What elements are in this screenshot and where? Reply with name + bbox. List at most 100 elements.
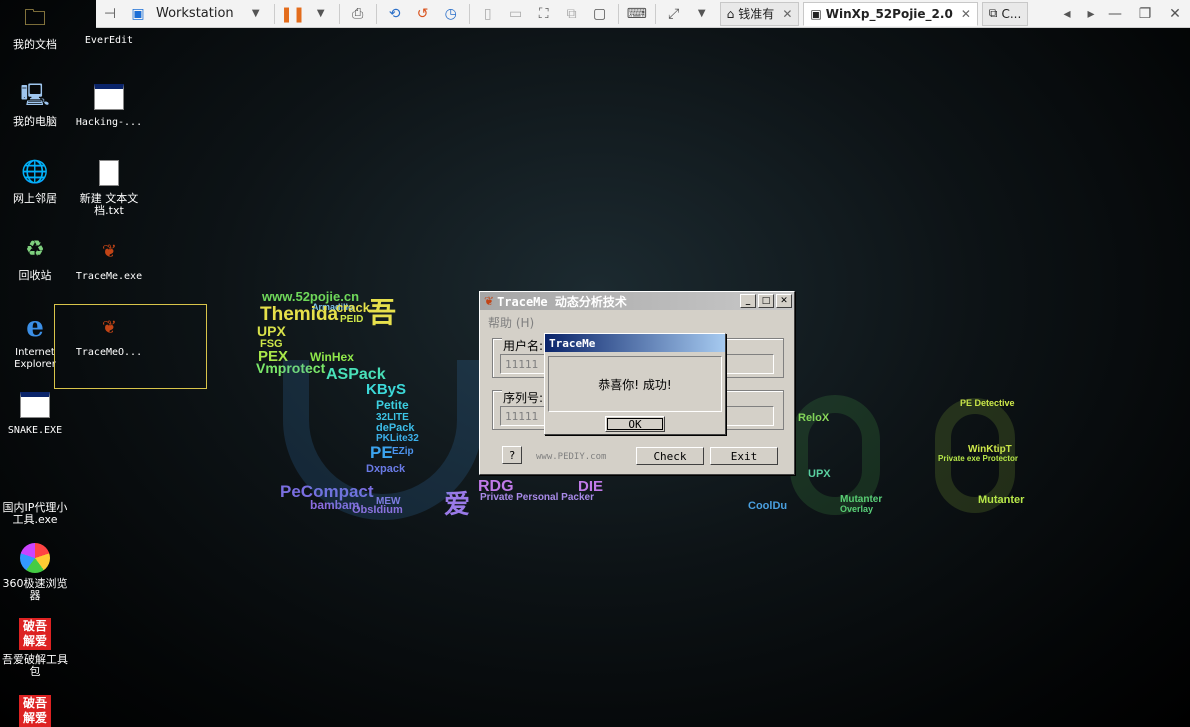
wallpaper-o-glyph — [790, 395, 880, 515]
network-icon: 🌐 — [21, 160, 49, 185]
desktop-icon-label: 我的文档 — [13, 38, 57, 51]
52pojie-logo-icon: 破吾 解爱 — [18, 617, 52, 651]
divider — [654, 3, 656, 24]
desktop-icon-label: TraceMe.exe — [75, 271, 143, 282]
exit-button[interactable]: Exit — [710, 447, 778, 465]
footer-text: www.PEDIY.com — [536, 452, 607, 462]
close-icon[interactable]: ✕ — [961, 7, 971, 21]
username-label: 用户名: — [502, 337, 545, 354]
desktop-icon-label: 360极速浏览器 — [2, 577, 68, 602]
folder-icon: 🗀 — [23, 6, 46, 31]
home-icon: ⌂ — [726, 6, 735, 21]
desktop-icon-label: Hacking-... — [75, 117, 143, 128]
window-title: TraceMe 动态分析技术 — [497, 294, 627, 309]
serial-label: 序列号: — [502, 389, 545, 406]
next-tab-icon[interactable]: ▸ — [1082, 6, 1100, 22]
tab-label: WinXp_52Pojie_2.0 — [825, 6, 953, 21]
browser-360-icon — [18, 541, 52, 575]
desktop-icon-text-file[interactable]: 新建 文本文档.txt — [72, 156, 146, 217]
desktop-icon-label: EverEdit — [84, 35, 134, 46]
snapshot-manager-icon[interactable]: ◷ — [440, 3, 462, 25]
close-icon[interactable]: ✕ — [1160, 6, 1190, 22]
internet-explorer-icon: e — [26, 310, 44, 343]
window-controls: ◂ ▸ — ❐ ✕ — [1052, 0, 1190, 28]
restore-icon[interactable]: ❐ — [1130, 6, 1160, 22]
pause-icon[interactable]: ❚❚ — [280, 3, 305, 25]
desktop-icon-label: 吾爱破解工具包 — [2, 653, 68, 678]
chevron-down-icon[interactable]: ▼ — [691, 3, 713, 25]
message-text: 恭喜你! 成功! — [598, 377, 672, 392]
fullscreen-icon[interactable]: ⛶ — [533, 3, 555, 25]
maple-leaf-icon: ❦ — [102, 314, 116, 339]
wallpaper-text: Private Personal Packer — [480, 492, 594, 503]
desktop-icon-label: SNAKE.EXE — [7, 425, 63, 436]
desktop-icon-everedit[interactable]: EverEdit — [72, 4, 146, 47]
message-box-title: TraceMe — [549, 336, 596, 350]
ok-button[interactable]: OK — [605, 416, 665, 432]
message-text-area: 恭喜你! 成功! — [548, 356, 722, 412]
desktop-icon-snake[interactable]: SNAKE.EXE — [0, 388, 72, 437]
sidebar-icon[interactable]: ▯ — [477, 3, 499, 25]
app-icon — [18, 465, 52, 499]
desktop-icon-hacking[interactable]: Hacking-... — [72, 80, 146, 129]
workstation-menu[interactable]: Workstation — [156, 6, 234, 21]
desktop-icon-360-browser[interactable]: 360极速浏览器 — [0, 541, 72, 602]
chevron-down-icon[interactable]: ▼ — [310, 3, 332, 25]
desktop-icon-ip-proxy[interactable]: 国内IP代理小工具.exe — [0, 465, 72, 526]
vm-icon: ⧉ — [988, 6, 998, 20]
desktop-icon-network[interactable]: 🌐 网上邻居 — [0, 156, 72, 205]
tab-1[interactable]: ⌂ 钱准有 ✕ — [719, 1, 800, 26]
minimize-button[interactable]: _ — [740, 294, 756, 308]
help-button[interactable]: ? — [502, 446, 522, 464]
desktop-icon-label: 新建 文本文档.txt — [79, 192, 139, 217]
maple-leaf-icon: ❦ — [484, 294, 495, 308]
chevron-down-icon[interactable]: ▼ — [245, 3, 267, 25]
traceme-titlebar[interactable]: ❦ TraceMe 动态分析技术 _ □ ✕ — [480, 292, 794, 310]
recycle-bin-icon: ♻ — [25, 237, 45, 262]
desktop-icon-traceme-copy[interactable]: ❦ TraceMeO... — [72, 310, 146, 359]
close-button[interactable]: ✕ — [776, 294, 792, 308]
desktop-icon-label: 我的电脑 — [13, 115, 57, 128]
terminal-icon[interactable]: ⌨ — [626, 3, 648, 25]
unity-icon[interactable]: ⧉ — [561, 3, 583, 25]
tab-label: 钱准有 — [738, 7, 775, 21]
desktop-icon-my-computer[interactable]: 🖳 我的电脑 — [0, 79, 72, 128]
divider — [273, 3, 275, 24]
divider — [375, 3, 377, 24]
revert-snapshot-icon[interactable]: ↺ — [412, 3, 434, 25]
wallpaper-text: crack — [336, 300, 370, 315]
check-button[interactable]: Check — [636, 447, 704, 465]
desktop-icon-52pojie-tools[interactable]: 破吾 解爱 吾爱破解工具包 — [0, 617, 72, 678]
tab-label: C... — [1001, 6, 1022, 21]
close-icon[interactable]: ✕ — [782, 7, 792, 21]
send-keys-icon[interactable]: ⎙ — [347, 3, 369, 25]
maximize-button[interactable]: □ — [758, 294, 774, 308]
minimize-icon[interactable]: — — [1100, 6, 1130, 22]
message-box-titlebar[interactable]: TraceMe — [545, 334, 725, 352]
tab-2[interactable]: ▣ WinXp_52Pojie_2.0 ✕ — [803, 1, 978, 26]
snapshot-icon[interactable]: ⟲ — [384, 3, 406, 25]
menu-help[interactable]: 帮助 (H) — [488, 314, 534, 331]
vm-screen: ⊣ ▣ Workstation ▼ ❚❚ ▼ ⎙ ⟲ ↺ ◷ ▯ ▭ ⛶ ⧉ ▢… — [0, 0, 1190, 727]
desktop-icon-52pojie-extra[interactable]: 破吾 解爱 — [0, 694, 72, 727]
window-app-icon — [18, 388, 52, 422]
window-app-icon — [92, 80, 126, 114]
vmware-toolbar: ⊣ ▣ Workstation ▼ ❚❚ ▼ ⎙ ⟲ ↺ ◷ ▯ ▭ ⛶ ⧉ ▢… — [96, 0, 1190, 28]
console-view-icon[interactable]: ▢ — [589, 3, 611, 25]
vm-icon: ▣ — [810, 6, 822, 21]
desktop-icon-recycle-bin[interactable]: ♻ 回收站 — [0, 233, 72, 282]
prev-tab-icon[interactable]: ◂ — [1052, 6, 1082, 22]
desktop-icon-label: TraceMeO... — [75, 347, 143, 358]
tab-3[interactable]: ⧉ C... — [981, 1, 1029, 26]
app-icon — [92, 4, 126, 32]
desktop-icon-traceme[interactable]: ❦ TraceMe.exe — [72, 234, 146, 283]
divider — [468, 3, 470, 24]
wallpaper-text: PEID — [340, 314, 364, 325]
wallpaper-text: CoolDu — [748, 500, 788, 512]
desktop-icon-label: 网上邻居 — [13, 192, 57, 205]
52pojie-logo-icon: 破吾 解爱 — [18, 694, 52, 727]
thumbnail-icon[interactable]: ▭ — [505, 3, 527, 25]
stretch-icon[interactable]: ⤢ — [663, 3, 685, 25]
wallpaper-text: 吾 — [368, 297, 397, 328]
desktop-icon-my-documents[interactable]: 🗀 我的文档 — [0, 2, 72, 51]
